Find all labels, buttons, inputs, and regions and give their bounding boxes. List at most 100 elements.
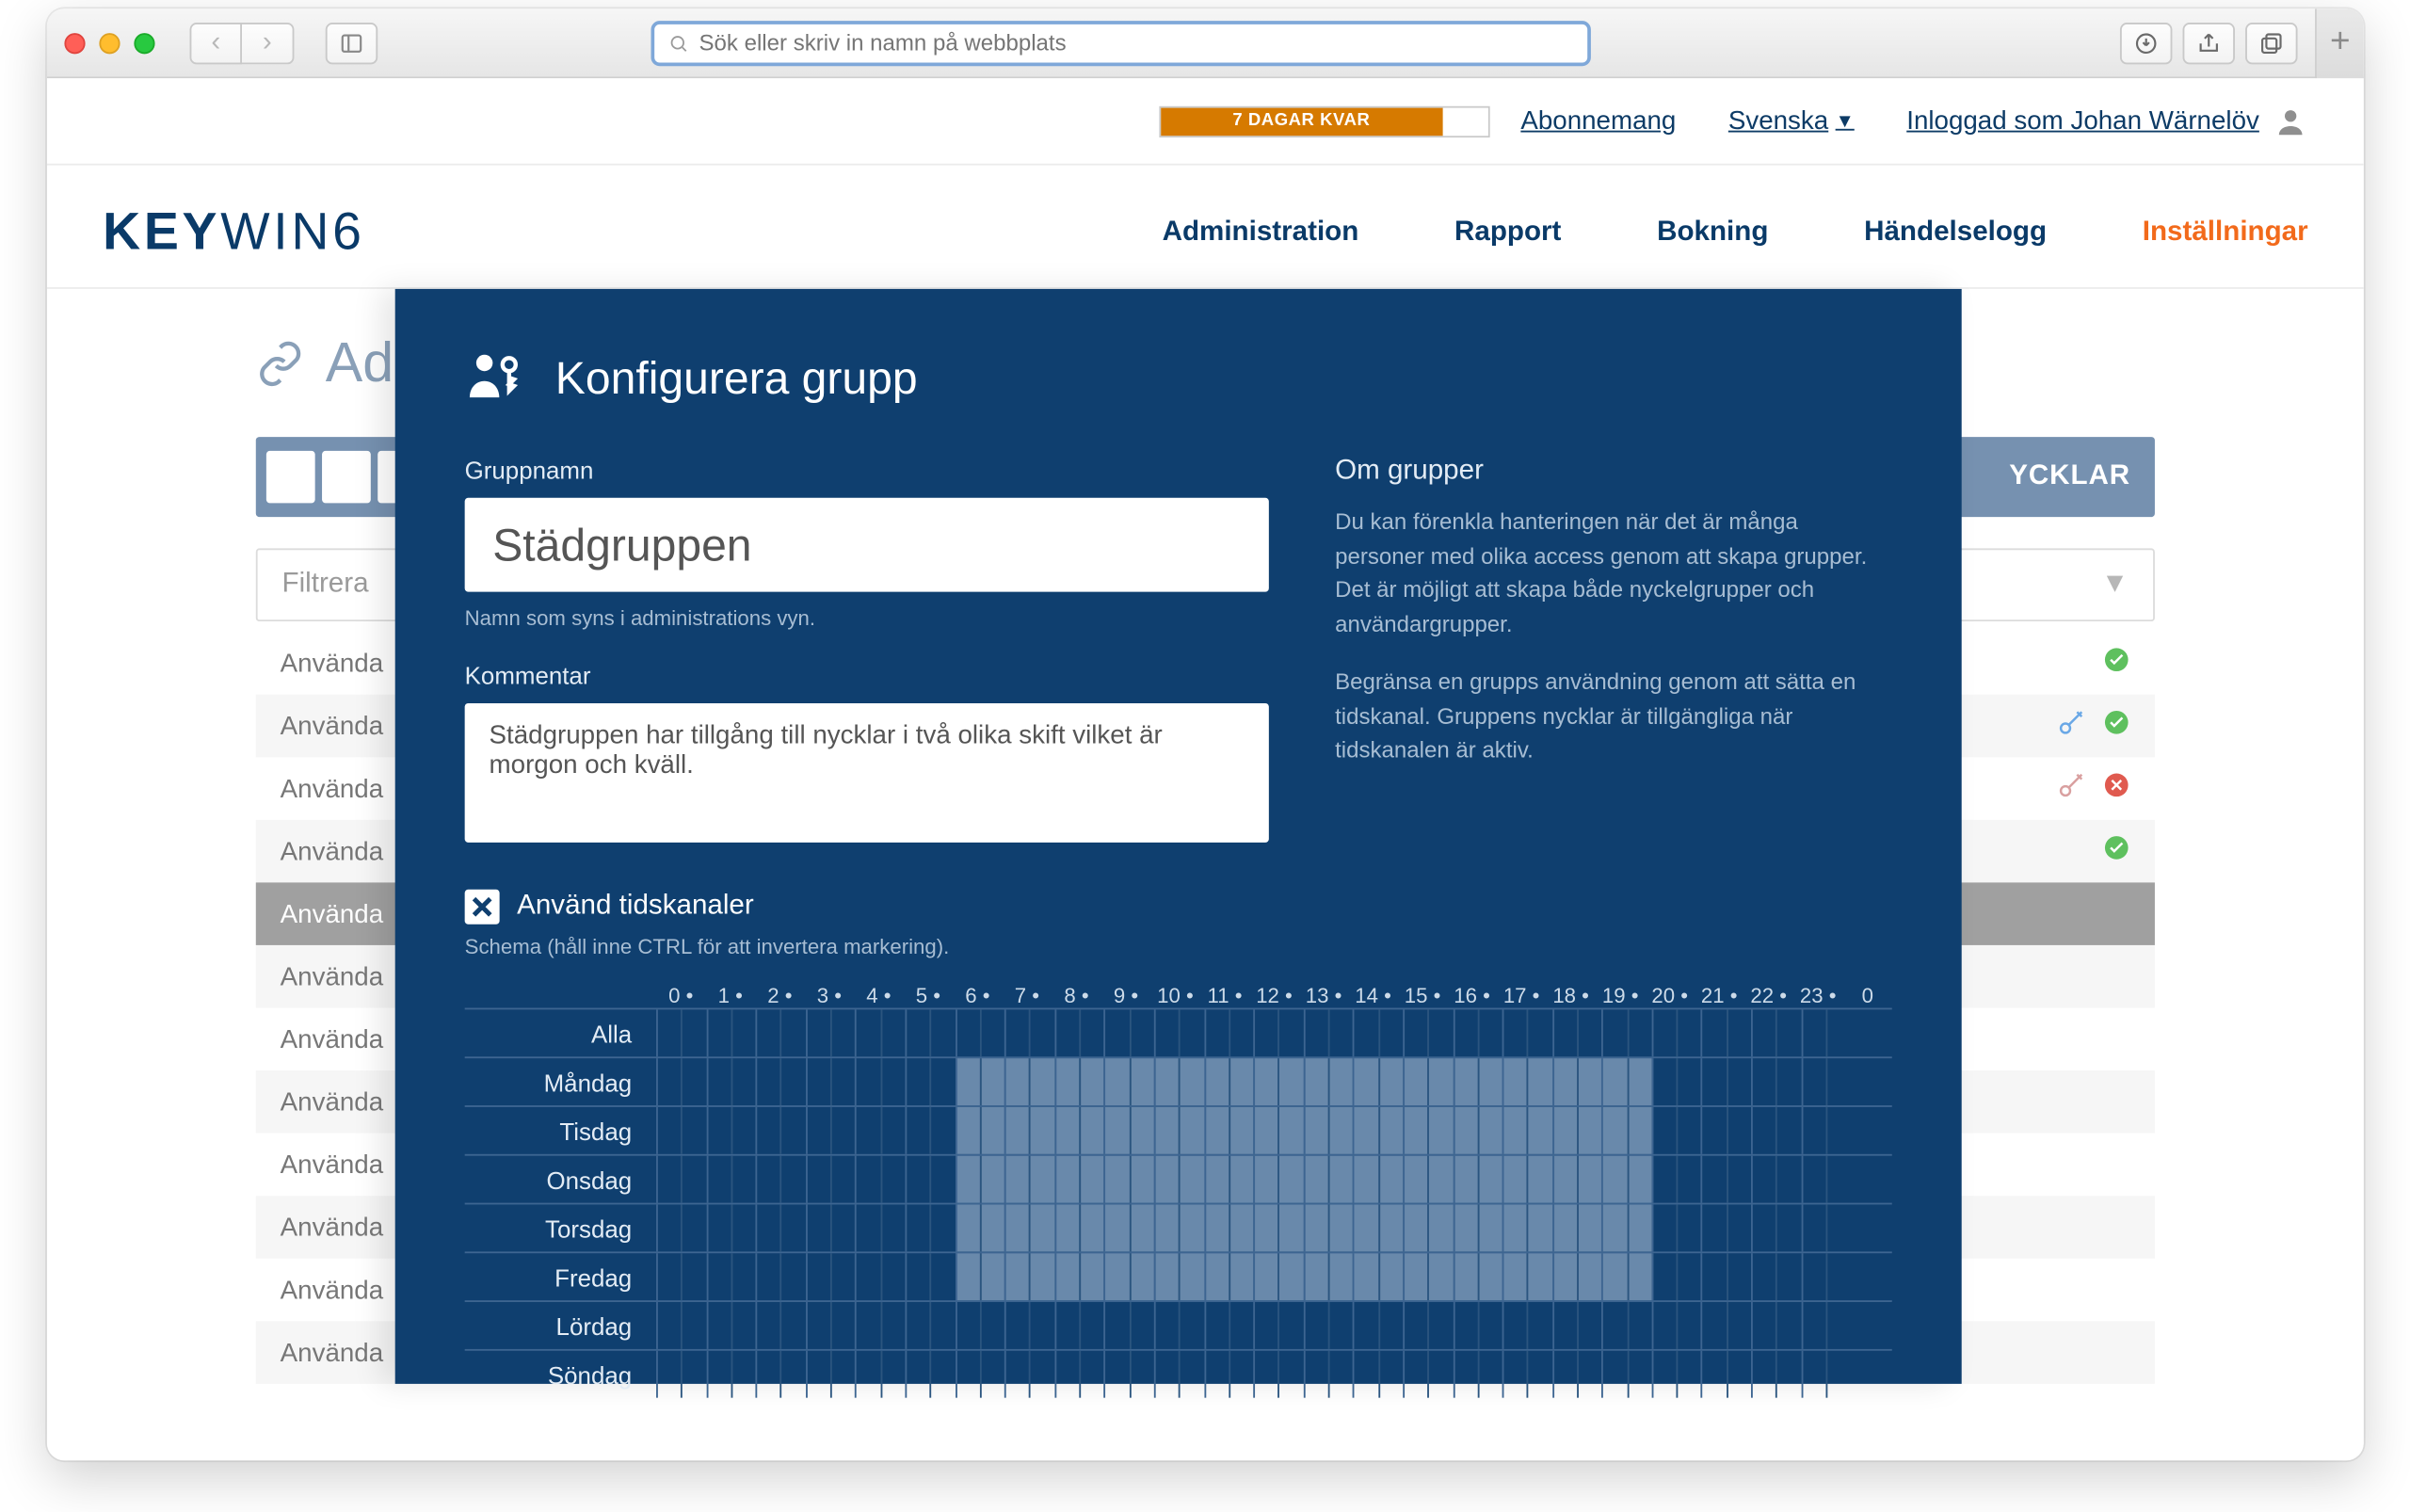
minimize-window-button[interactable] — [99, 32, 120, 53]
schedule-cell[interactable] — [1677, 1107, 1701, 1154]
schedule-cell[interactable] — [656, 1253, 681, 1300]
schedule-cell[interactable] — [1502, 1156, 1527, 1203]
schedule-cell[interactable] — [731, 1204, 755, 1251]
schedule-cell[interactable] — [955, 1156, 979, 1203]
schedule-cell[interactable] — [656, 1351, 681, 1398]
schedule-cell[interactable] — [1577, 1351, 1601, 1398]
schedule-cell[interactable] — [1303, 1204, 1327, 1251]
schedule-cell[interactable] — [1179, 1156, 1203, 1203]
schedule-cell[interactable] — [681, 1253, 705, 1300]
schedule-cell[interactable] — [806, 1107, 830, 1154]
schedule-cell[interactable] — [656, 1302, 681, 1349]
schedule-cell[interactable] — [1303, 1107, 1327, 1154]
nav-inställningar[interactable]: Inställningar — [2143, 217, 2308, 249]
schedule-cell[interactable] — [980, 1107, 1004, 1154]
schedule-cell[interactable] — [1751, 1156, 1775, 1203]
schedule-cell[interactable] — [1502, 1302, 1527, 1349]
schedule-cell[interactable] — [1278, 1351, 1303, 1398]
schedule-cell[interactable] — [955, 1253, 979, 1300]
schedule-cell[interactable] — [1651, 1107, 1676, 1154]
schedule-cell[interactable] — [1004, 1009, 1029, 1056]
schedule-cell[interactable] — [980, 1204, 1004, 1251]
schedule-cell[interactable] — [1179, 1204, 1203, 1251]
schedule-cell[interactable] — [1129, 1204, 1153, 1251]
schedule-cell[interactable] — [1030, 1156, 1054, 1203]
schedule-cell[interactable] — [1253, 1156, 1277, 1203]
schedule-cell[interactable] — [1253, 1253, 1277, 1300]
schedule-cell[interactable] — [1776, 1302, 1801, 1349]
schedule-cell[interactable] — [905, 1302, 929, 1349]
schedule-cell[interactable] — [731, 1302, 755, 1349]
schedule-cell[interactable] — [1179, 1253, 1203, 1300]
schedule-cell[interactable] — [1727, 1302, 1751, 1349]
subscription-link[interactable]: Abonnemang — [1520, 106, 1676, 136]
schedule-cell[interactable] — [1801, 1107, 1825, 1154]
schedule-cell[interactable] — [1651, 1058, 1676, 1105]
downloads-button[interactable] — [2120, 22, 2172, 63]
schedule-cell[interactable] — [1353, 1107, 1377, 1154]
schedule-cell[interactable] — [1104, 1058, 1129, 1105]
schedule-cell[interactable] — [1054, 1107, 1079, 1154]
schedule-cell[interactable] — [1825, 1253, 1850, 1300]
schedule-cell[interactable] — [1577, 1058, 1601, 1105]
schedule-cell[interactable] — [1353, 1302, 1377, 1349]
schedule-cell[interactable] — [780, 1351, 805, 1398]
schedule-cell[interactable] — [1179, 1058, 1203, 1105]
schedule-cell[interactable] — [706, 1302, 731, 1349]
schedule-cell[interactable] — [880, 1156, 905, 1203]
schedule-cell[interactable] — [1278, 1058, 1303, 1105]
schedule-cell[interactable] — [1453, 1009, 1477, 1056]
schedule-cell[interactable] — [1204, 1302, 1229, 1349]
schedule-cell[interactable] — [1079, 1351, 1103, 1398]
schedule-cell[interactable] — [1229, 1204, 1253, 1251]
schedule-cell[interactable] — [1527, 1009, 1551, 1056]
schedule-cell[interactable] — [1079, 1156, 1103, 1203]
schedule-cell[interactable] — [756, 1107, 780, 1154]
schedule-cell[interactable] — [1328, 1204, 1353, 1251]
schedule-cell[interactable] — [1453, 1302, 1477, 1349]
schedule-cell[interactable] — [1427, 1156, 1452, 1203]
schedule-cell[interactable] — [930, 1058, 955, 1105]
schedule-cell[interactable] — [1701, 1058, 1726, 1105]
schedule-cell[interactable] — [1727, 1009, 1751, 1056]
schedule-cell[interactable] — [1502, 1107, 1527, 1154]
schedule-cell[interactable] — [880, 1009, 905, 1056]
schedule-cell[interactable] — [706, 1009, 731, 1056]
address-input[interactable] — [699, 29, 1574, 56]
schedule-cell[interactable] — [656, 1009, 681, 1056]
schedule-cell[interactable] — [1825, 1156, 1850, 1203]
schedule-cell[interactable] — [1328, 1107, 1353, 1154]
schedule-cell[interactable] — [1154, 1351, 1179, 1398]
schedule-cell[interactable] — [1328, 1302, 1353, 1349]
schedule-cell[interactable] — [1502, 1253, 1527, 1300]
schedule-cell[interactable] — [1453, 1351, 1477, 1398]
schedule-cell[interactable] — [1403, 1156, 1427, 1203]
schedule-cell[interactable] — [1129, 1253, 1153, 1300]
schedule-cell[interactable] — [830, 1058, 855, 1105]
schedule-cell[interactable] — [955, 1204, 979, 1251]
schedule-cell[interactable] — [1030, 1009, 1054, 1056]
schedule-cell[interactable] — [1378, 1107, 1403, 1154]
schedule-cell[interactable] — [681, 1302, 705, 1349]
schedule-cell[interactable] — [1403, 1351, 1427, 1398]
schedule-cell[interactable] — [1328, 1058, 1353, 1105]
schedule-cell[interactable] — [1303, 1058, 1327, 1105]
schedule-cell[interactable] — [1751, 1107, 1775, 1154]
schedule-cell[interactable] — [1627, 1009, 1651, 1056]
schedule-cell[interactable] — [1104, 1351, 1129, 1398]
schedule-cell[interactable] — [1602, 1107, 1627, 1154]
schedule-cell[interactable] — [731, 1058, 755, 1105]
schedule-cell[interactable] — [1328, 1009, 1353, 1056]
schedule-cell[interactable] — [980, 1351, 1004, 1398]
nav-händelselogg[interactable]: Händelselogg — [1864, 217, 2047, 249]
schedule-cell[interactable] — [1079, 1009, 1103, 1056]
schedule-cell[interactable] — [756, 1058, 780, 1105]
schedule-cell[interactable] — [1677, 1058, 1701, 1105]
schedule-cell[interactable] — [1602, 1253, 1627, 1300]
schedule-cell[interactable] — [1751, 1302, 1775, 1349]
schedule-cell[interactable] — [880, 1107, 905, 1154]
schedule-cell[interactable] — [930, 1204, 955, 1251]
schedule-cell[interactable] — [1403, 1302, 1427, 1349]
schedule-cell[interactable] — [1378, 1058, 1403, 1105]
schedule-cell[interactable] — [1353, 1058, 1377, 1105]
